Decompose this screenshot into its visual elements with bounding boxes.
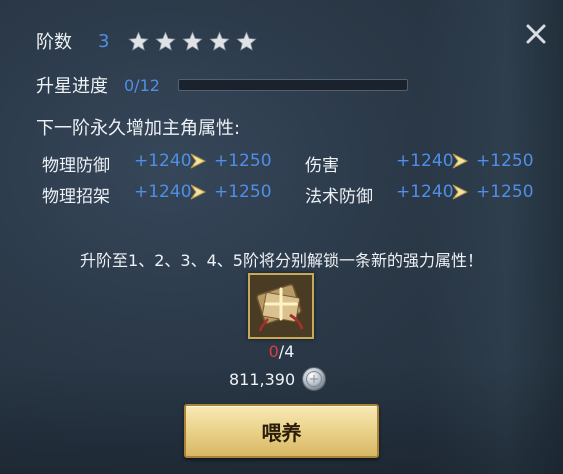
arrow-right-icon xyxy=(452,153,469,169)
next-rank-title: 下一阶永久增加主角属性: xyxy=(36,118,241,139)
next-rank-title-row: 下一阶永久增加主角属性: xyxy=(36,114,240,140)
rank-row: 阶数 3 xyxy=(36,28,258,54)
silver-coin-icon xyxy=(302,367,327,391)
material-item-slot[interactable] xyxy=(248,273,314,339)
star-icon xyxy=(182,30,204,51)
arrow-right-icon xyxy=(190,153,207,169)
attribute-name: 法术防御 xyxy=(305,187,373,207)
unlock-hint: 升阶至1、2、3、4、5阶将分别解锁一条新的强力属性！ xyxy=(80,251,483,270)
attribute-name: 物理防御 xyxy=(42,156,110,176)
attribute-name: 伤害 xyxy=(305,156,339,176)
attribute-current: +1240 xyxy=(396,151,454,171)
attribute-next: +1250 xyxy=(214,151,272,171)
star-icon xyxy=(209,30,231,51)
scroll-bundle-icon xyxy=(250,275,312,337)
attribute-next: +1250 xyxy=(476,151,534,171)
star-icon xyxy=(236,30,258,51)
material-count: 0/4 xyxy=(0,342,563,361)
star-icon xyxy=(128,30,150,51)
feed-button[interactable]: 喂养 xyxy=(184,404,379,458)
arrow-right-icon xyxy=(452,184,469,200)
rank-label: 阶数 xyxy=(36,32,72,53)
attribute-name: 物理招架 xyxy=(42,187,110,207)
star-icon xyxy=(155,30,177,51)
material-owned: 0 xyxy=(268,342,279,361)
progress-text: 0/12 xyxy=(124,75,160,95)
material-required: /4 xyxy=(278,342,295,361)
rank-stars xyxy=(128,30,258,52)
rank-value: 3 xyxy=(98,30,110,52)
close-button[interactable] xyxy=(522,20,550,48)
attribute-current: +1240 xyxy=(134,182,192,202)
progress-row: 升星进度 0/12 xyxy=(36,72,408,98)
attribute-current: +1240 xyxy=(396,182,454,202)
cost-amount: 811,390 xyxy=(229,369,296,389)
progress-label: 升星进度 xyxy=(36,76,108,97)
progress-bar xyxy=(177,79,408,91)
close-icon xyxy=(526,24,546,44)
attribute-next: +1250 xyxy=(476,182,534,202)
attribute-next: +1250 xyxy=(214,182,272,202)
background-decoration xyxy=(423,0,563,474)
arrow-right-icon xyxy=(190,184,207,200)
feed-button-label: 喂养 xyxy=(261,420,302,445)
attribute-current: +1240 xyxy=(134,151,192,171)
cost-row: 811,390 xyxy=(229,366,327,392)
